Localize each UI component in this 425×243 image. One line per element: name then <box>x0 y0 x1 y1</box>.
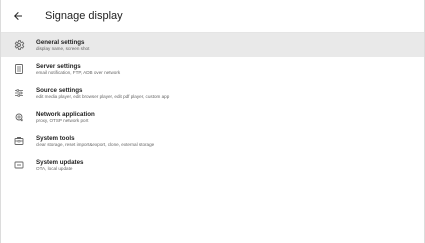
server-settings-subtitle: email notification, FTP, ADB over networ… <box>36 69 121 75</box>
network-application-subtitle: proxy, OTSP network port <box>36 117 89 123</box>
system-update-icon <box>13 159 25 171</box>
back-button[interactable] <box>5 3 31 29</box>
system-updates-item[interactable]: System updates OTA, local update <box>1 153 424 177</box>
general-settings-title: General settings <box>36 38 85 46</box>
server-settings-item[interactable]: Server settings email notification, FTP,… <box>1 57 424 81</box>
page-title: Signage display <box>45 10 123 22</box>
settings-list: General settings display name, screen sh… <box>1 33 424 177</box>
toolbox-icon <box>13 135 25 147</box>
source-settings-item[interactable]: Source settings edit media player, edit … <box>1 81 424 105</box>
system-tools-text: System tools clear storage, reset import… <box>36 135 154 148</box>
general-settings-subtitle: display name, screen shot <box>36 45 90 51</box>
system-updates-text: System updates OTA, local update <box>36 159 83 172</box>
source-settings-text: Source settings edit media player, edit … <box>36 87 169 100</box>
system-tools-subtitle: clear storage, reset import&export, clon… <box>36 141 155 147</box>
network-application-text: Network application proxy, OTSP network … <box>36 111 95 124</box>
server-settings-title: Server settings <box>36 62 81 70</box>
sliders-icon <box>13 87 25 99</box>
app-bar: Signage display <box>1 0 424 33</box>
source-settings-subtitle: edit media player, edit browser player, … <box>36 93 170 99</box>
system-tools-title: System tools <box>36 134 75 142</box>
general-settings-text: General settings display name, screen sh… <box>36 39 89 52</box>
source-settings-title: Source settings <box>36 86 83 94</box>
gear-icon <box>13 39 25 51</box>
arrow-back-icon <box>14 12 22 20</box>
system-updates-title: System updates <box>36 158 84 166</box>
general-settings-item[interactable]: General settings display name, screen sh… <box>1 33 424 57</box>
network-application-title: Network application <box>36 110 95 118</box>
signage-settings-screen: Signage display General settings display… <box>0 0 425 243</box>
system-updates-subtitle: OTA, local update <box>36 165 73 171</box>
system-tools-item[interactable]: System tools clear storage, reset import… <box>1 129 424 153</box>
server-icon <box>13 63 25 75</box>
network-application-item[interactable]: Network application proxy, OTSP network … <box>1 105 424 129</box>
network-icon <box>13 111 25 123</box>
server-settings-text: Server settings email notification, FTP,… <box>36 63 120 76</box>
